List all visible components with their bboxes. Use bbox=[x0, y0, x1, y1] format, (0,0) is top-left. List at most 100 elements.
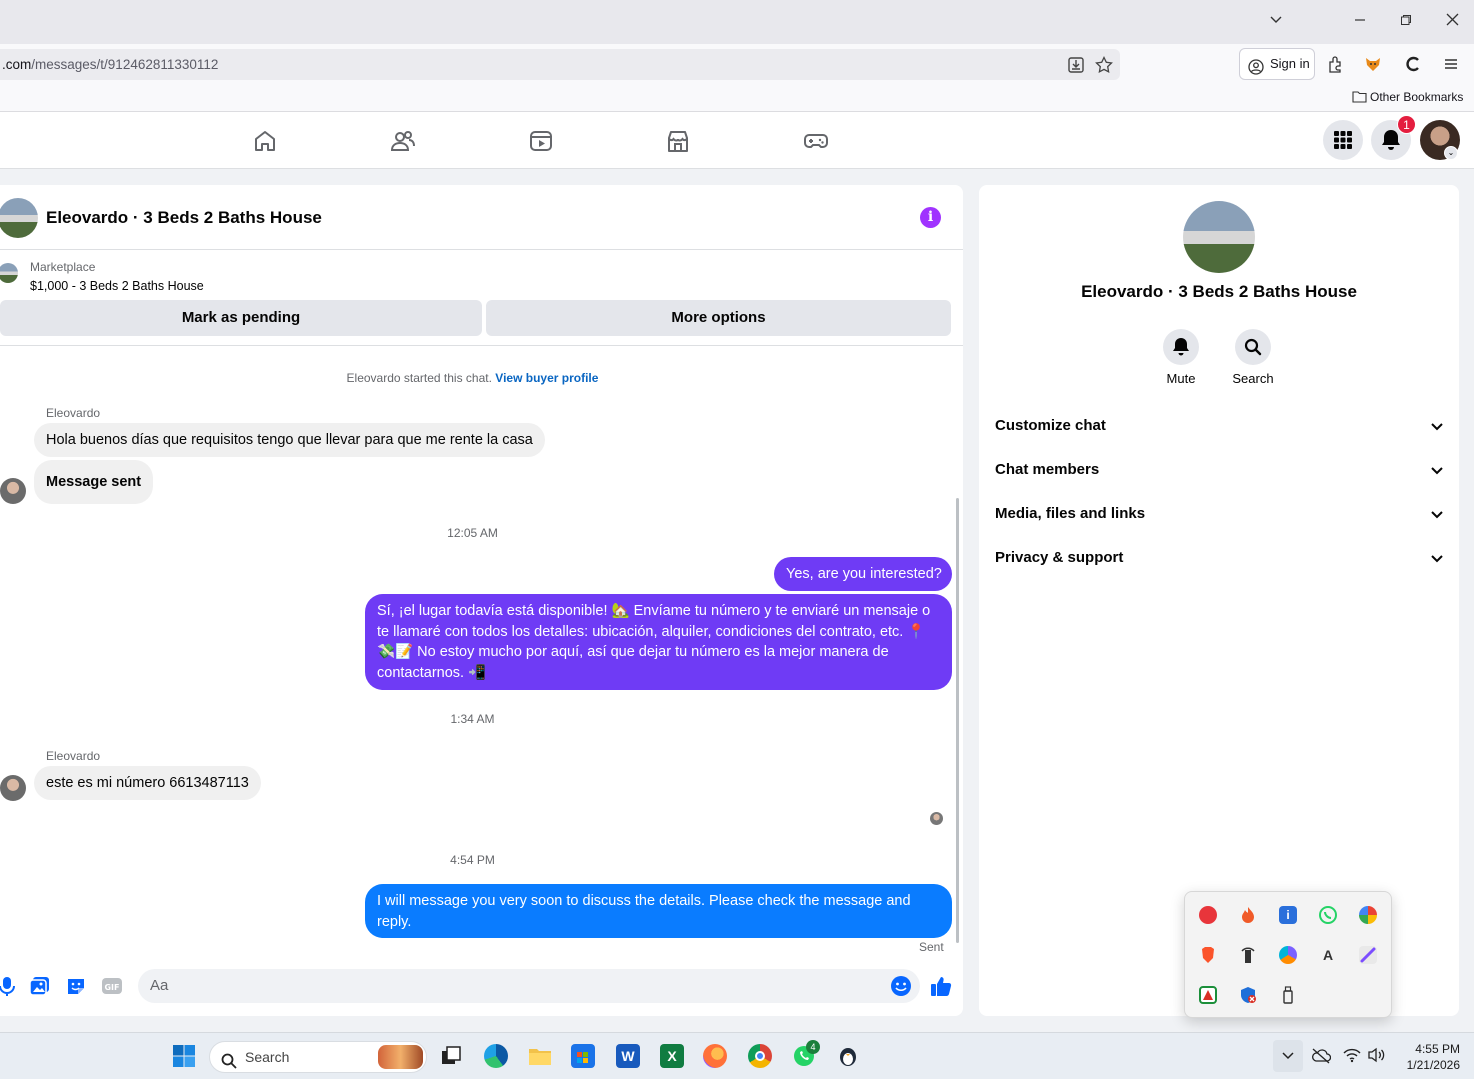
volume-icon[interactable] bbox=[1367, 1047, 1387, 1068]
other-bookmarks-folder[interactable]: Other Bookmarks bbox=[1352, 90, 1463, 106]
mark-as-pending-button[interactable]: Mark as pending bbox=[0, 300, 482, 336]
taskbar-search-box[interactable]: Search bbox=[209, 1041, 427, 1073]
brave-icon[interactable] bbox=[1199, 946, 1217, 964]
microphone-icon[interactable] bbox=[0, 975, 18, 997]
incoming-message[interactable]: Hola buenos días que requisitos tengo qu… bbox=[34, 423, 545, 457]
section-label: Chat members bbox=[995, 461, 1100, 478]
notification-count-badge: 1 bbox=[1397, 115, 1416, 134]
security-shield-icon[interactable] bbox=[1239, 986, 1257, 1004]
listing-thumbnail bbox=[0, 263, 18, 283]
bookmarks-bar: Other Bookmarks bbox=[0, 86, 1474, 112]
edge-icon[interactable] bbox=[484, 1044, 508, 1068]
menu-icon[interactable] bbox=[1441, 54, 1461, 74]
incoming-message[interactable]: Message sent bbox=[34, 460, 154, 504]
emoji-icon[interactable] bbox=[890, 975, 912, 997]
browser-titlebar bbox=[0, 0, 1474, 44]
chat-title[interactable]: Eleovardo · 3 Beds 2 Baths House bbox=[46, 208, 322, 228]
usb-drive-icon[interactable] bbox=[1279, 986, 1297, 1004]
timestamp: 12:05 AM bbox=[447, 526, 498, 540]
marketplace-label: Marketplace bbox=[30, 260, 96, 274]
task-view-icon[interactable] bbox=[439, 1044, 463, 1068]
info-panel-title: Eleovardo · 3 Beds 2 Baths House bbox=[1081, 282, 1357, 301]
account-chevron-icon[interactable]: ⌄ bbox=[1444, 146, 1458, 160]
view-buyer-profile-link[interactable]: View buyer profile bbox=[495, 371, 598, 385]
outgoing-message[interactable]: Yes, are you interested? bbox=[774, 557, 952, 591]
font-app-icon[interactable]: A bbox=[1319, 946, 1337, 964]
tray-overflow-popup: i A bbox=[1184, 891, 1392, 1018]
extensions-icon[interactable] bbox=[1326, 54, 1346, 74]
onedrive-offline-icon[interactable] bbox=[1311, 1047, 1332, 1070]
save-page-icon[interactable] bbox=[1066, 55, 1086, 75]
word-icon[interactable]: W bbox=[616, 1044, 640, 1068]
copilot-icon[interactable] bbox=[1279, 946, 1297, 964]
customize-chat-section[interactable]: Customize chat bbox=[995, 408, 1445, 444]
search-icon bbox=[1244, 338, 1262, 356]
menu-grid-button[interactable] bbox=[1323, 120, 1363, 160]
minimize-button[interactable] bbox=[1350, 12, 1370, 32]
microsoft-store-icon[interactable] bbox=[571, 1044, 595, 1068]
c-extension-icon[interactable] bbox=[1403, 54, 1423, 74]
gaming-icon[interactable] bbox=[803, 128, 829, 154]
listing-avatar[interactable] bbox=[0, 198, 38, 238]
excel-icon[interactable]: X bbox=[660, 1044, 684, 1068]
more-options-button[interactable]: More options bbox=[486, 300, 951, 336]
wifi-icon[interactable] bbox=[1343, 1047, 1361, 1068]
file-explorer-icon[interactable] bbox=[528, 1044, 552, 1068]
windows-start-icon[interactable] bbox=[172, 1044, 196, 1068]
privacy-support-section[interactable]: Privacy & support bbox=[995, 540, 1445, 576]
whatsapp-tray-icon[interactable] bbox=[1319, 906, 1337, 924]
chevron-down-icon bbox=[1431, 423, 1443, 431]
tab-list-chevron-icon[interactable] bbox=[1266, 12, 1286, 32]
outgoing-message[interactable]: Sí, ¡el lugar todavía está disponible! 🏡… bbox=[365, 594, 952, 690]
pen-app-icon[interactable] bbox=[1359, 946, 1377, 964]
taskbar-search-placeholder: Search bbox=[245, 1049, 290, 1065]
video-icon[interactable] bbox=[528, 128, 554, 154]
home-icon[interactable] bbox=[252, 128, 278, 154]
firefox-icon[interactable] bbox=[703, 1044, 727, 1068]
sign-in-button[interactable]: Sign in bbox=[1239, 48, 1315, 80]
search-icon bbox=[221, 1049, 237, 1079]
tower-app-icon[interactable] bbox=[1239, 946, 1257, 964]
expressvpn-icon[interactable] bbox=[1199, 906, 1217, 924]
sticker-icon[interactable] bbox=[65, 975, 87, 997]
pdf-app-icon[interactable] bbox=[1199, 986, 1217, 1004]
show-hidden-icons-button[interactable] bbox=[1273, 1040, 1303, 1072]
close-window-button[interactable] bbox=[1442, 12, 1462, 32]
facebook-top-nav bbox=[0, 112, 1474, 169]
section-label: Media, files and links bbox=[995, 505, 1146, 522]
marketplace-icon[interactable] bbox=[665, 128, 691, 154]
flame-app-icon[interactable] bbox=[1239, 906, 1257, 924]
mute-button[interactable] bbox=[1163, 329, 1199, 365]
gif-icon[interactable]: GIF bbox=[101, 975, 123, 997]
url-path: /messages/t/912462811330112 bbox=[31, 57, 219, 72]
chrome-icon[interactable] bbox=[748, 1044, 772, 1068]
clock-time: 4:55 PM bbox=[1415, 1042, 1460, 1056]
friends-icon[interactable] bbox=[390, 128, 416, 154]
sender-avatar[interactable] bbox=[0, 775, 26, 801]
restore-button[interactable] bbox=[1396, 12, 1416, 32]
search-in-conversation-button[interactable] bbox=[1235, 329, 1271, 365]
chat-header: Eleovardo · 3 Beds 2 Baths House i bbox=[0, 185, 963, 250]
bookmark-star-icon[interactable] bbox=[1094, 55, 1114, 75]
like-thumbs-up-icon[interactable] bbox=[930, 975, 952, 997]
chevron-down-icon bbox=[1431, 467, 1443, 475]
divider bbox=[0, 345, 963, 346]
address-bar[interactable]: .com/messages/t/912462811330112 bbox=[0, 49, 1120, 80]
listing-large-avatar[interactable] bbox=[1183, 201, 1255, 273]
color-wheel-icon[interactable] bbox=[1359, 906, 1377, 924]
penguin-app-icon[interactable] bbox=[836, 1044, 860, 1068]
incoming-message[interactable]: este es mi número 6613487113 bbox=[34, 766, 261, 800]
messages-scrollbar[interactable] bbox=[956, 498, 959, 943]
search-label: Search bbox=[1232, 371, 1274, 386]
conversation-info-icon[interactable]: i bbox=[920, 207, 941, 228]
sender-avatar[interactable] bbox=[0, 478, 26, 504]
message-input[interactable]: Aa bbox=[138, 969, 920, 1003]
system-clock[interactable]: 4:55 PM 1/21/2026 bbox=[1396, 1041, 1460, 1073]
listing-price[interactable]: $1,000 - 3 Beds 2 Baths House bbox=[30, 279, 204, 293]
outgoing-message[interactable]: I will message you very soon to discuss … bbox=[365, 884, 952, 938]
fox-extension-icon[interactable] bbox=[1363, 54, 1383, 74]
photo-icon[interactable] bbox=[29, 975, 51, 997]
info-app-icon[interactable]: i bbox=[1279, 906, 1297, 924]
media-files-links-section[interactable]: Media, files and links bbox=[995, 496, 1445, 532]
chat-members-section[interactable]: Chat members bbox=[995, 452, 1445, 488]
